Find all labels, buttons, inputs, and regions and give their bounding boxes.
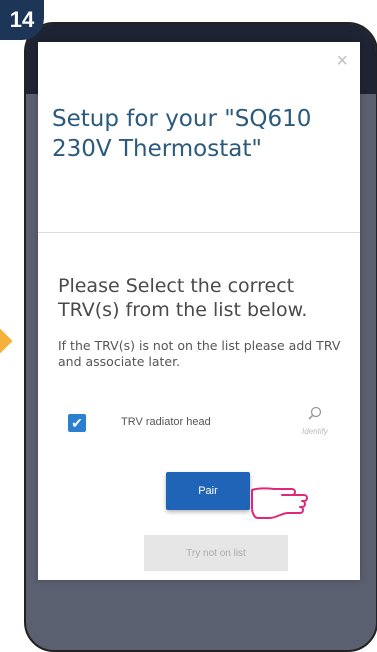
trv-checkbox[interactable]: ✔ [68, 414, 86, 432]
arrow-icon [0, 325, 13, 357]
step-number: 14 [9, 7, 35, 32]
select-prompt: Please Select the correct TRV(s) from th… [58, 275, 308, 321]
hint-text: If the TRV(s) is not on the list please … [58, 338, 341, 369]
setup-dialog: × Setup for your "SQ610 230V Thermostat"… [38, 42, 360, 580]
pointing-hand-icon [251, 487, 308, 519]
try-not-on-list-button[interactable]: Try not on list [144, 535, 288, 571]
dialog-title: Setup for your "SQ610 230V Thermostat" [52, 106, 312, 162]
identify-button[interactable]: Identify [302, 406, 328, 436]
identify-label: Identify [302, 427, 328, 436]
phone-frame: × Setup for your "SQ610 230V Thermostat"… [24, 22, 377, 652]
divider [38, 232, 360, 233]
device-label: TRV radiator head [121, 416, 211, 428]
close-icon[interactable]: × [336, 50, 348, 73]
magnifier-icon [302, 406, 328, 425]
pair-button[interactable]: Pair [166, 472, 250, 510]
